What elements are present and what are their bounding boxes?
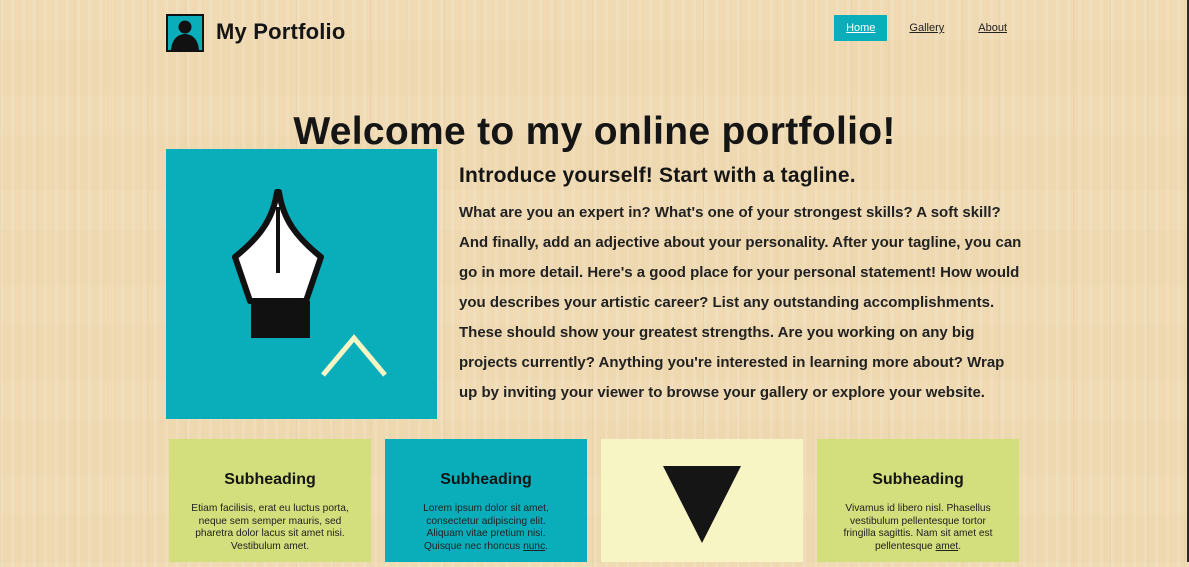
card-text-line: fringilla sagittis. Nam sit amet est xyxy=(843,528,993,539)
card-text-line: Vestibulum amet. xyxy=(230,540,310,552)
card-text-line: vestibulum pellentesque tortor xyxy=(850,515,986,527)
chevron-up-icon xyxy=(321,334,387,377)
feature-card: Subheading Lorem ipsum dolor sit amet, c… xyxy=(385,439,587,562)
down-triangle-icon xyxy=(663,466,741,543)
personal-statement: What are you an expert in? What's one of… xyxy=(459,198,1029,408)
intro-section: Introduce yourself! Start with a tagline… xyxy=(459,164,1029,408)
card-text-line: Quisque nec rhoncus xyxy=(423,540,524,552)
feature-card-image xyxy=(601,439,803,562)
statement-line: And finally, add an adjective about your… xyxy=(459,234,1022,251)
card-text-line: Etiam facilisis, erat eu luctus porta, xyxy=(191,503,349,514)
card-link[interactable]: amet xyxy=(936,541,959,552)
card-text-punct: . xyxy=(545,540,549,552)
statement-line: go in more detail. Here's a good place f… xyxy=(459,264,1020,281)
site-header: My Portfolio Home Gallery About xyxy=(166,14,1019,54)
card-text: Etiam facilisis, erat eu luctus porta, n… xyxy=(183,503,357,553)
statement-line: you describes your artistic career? List… xyxy=(459,294,995,311)
card-text-line: pellentesque xyxy=(874,540,936,552)
card-text: Vivamus id libero nisl. Phasellus vestib… xyxy=(831,503,1005,553)
nav-home-link[interactable]: Home xyxy=(834,15,888,41)
welcome-heading: Welcome to my online portfolio! xyxy=(293,110,896,154)
card-text-line: consectetur adipiscing elit. xyxy=(426,515,546,527)
statement-line: up by inviting your viewer to browse you… xyxy=(459,384,985,401)
intro-tagline: Introduce yourself! Start with a tagline… xyxy=(459,164,856,187)
statement-line: What are you an expert in? What's one of… xyxy=(459,204,1001,221)
card-text-line: pharetra dolor lacus sit amet nisi. xyxy=(195,528,345,539)
card-subheading: Subheading xyxy=(440,471,532,488)
pen-nib-icon xyxy=(232,189,387,377)
card-text: Lorem ipsum dolor sit amet, consectetur … xyxy=(399,503,573,553)
site-title[interactable]: My Portfolio xyxy=(216,19,346,45)
card-text-line: Aliquam vitae pretium nisi. xyxy=(426,528,546,539)
card-subheading: Subheading xyxy=(224,471,316,488)
nav-gallery-link[interactable]: Gallery xyxy=(897,15,956,41)
statement-line: These should show your greatest strength… xyxy=(459,324,975,341)
hero-image xyxy=(166,149,437,419)
card-text-punct: . xyxy=(958,540,962,552)
main-nav: Home Gallery About xyxy=(824,15,1019,41)
feature-card: Subheading Vivamus id libero nisl. Phase… xyxy=(817,439,1019,562)
card-text-line: Vivamus id libero nisl. Phasellus xyxy=(845,503,991,514)
statement-line: projects currently? Anything you're inte… xyxy=(459,354,1005,371)
card-subheading: Subheading xyxy=(872,471,964,488)
nav-about-link[interactable]: About xyxy=(966,15,1019,41)
card-link[interactable]: nunc xyxy=(523,541,545,552)
card-text-line: neque sem semper mauris, sed xyxy=(198,515,342,527)
profile-avatar-icon[interactable] xyxy=(166,14,204,52)
card-text-line: Lorem ipsum dolor sit amet, xyxy=(423,503,549,514)
feature-card: Subheading Etiam facilisis, erat eu luct… xyxy=(169,439,371,562)
